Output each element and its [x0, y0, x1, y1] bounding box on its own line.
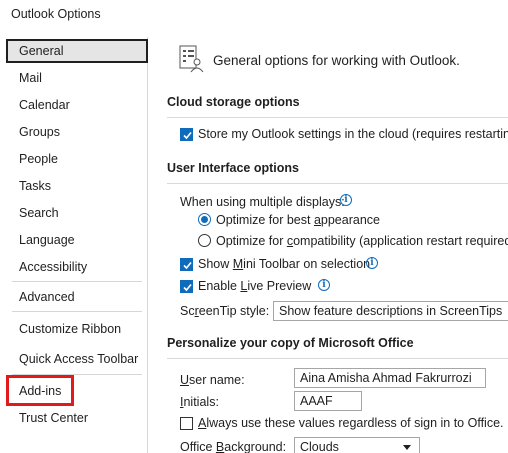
info-icon[interactable]: i [366, 257, 378, 269]
info-icon[interactable]: i [340, 194, 352, 206]
general-options-icon [179, 45, 204, 73]
store-settings-cloud-label: Store my Outlook settings in the cloud (… [198, 127, 508, 141]
initials-label: Initials: [180, 395, 219, 409]
outlook-options-window: Outlook Options General Mail Calendar Gr… [0, 0, 508, 453]
optimize-compatibility-radio[interactable] [198, 234, 211, 247]
section-divider [167, 183, 508, 184]
always-use-values-label: Always use these values regardless of si… [198, 416, 504, 430]
sidebar-item-add-ins[interactable]: Add-ins [6, 379, 148, 403]
checkmark-icon [183, 283, 192, 292]
enable-live-preview-checkbox[interactable] [180, 280, 193, 293]
multiple-displays-label: When using multiple displays: [180, 195, 345, 209]
initials-field[interactable]: AAAF [294, 391, 362, 411]
store-settings-cloud-checkbox[interactable] [180, 128, 193, 141]
sidebar-divider [12, 281, 142, 282]
personalize-section-title: Personalize your copy of Microsoft Offic… [167, 336, 414, 350]
sidebar-item-search[interactable]: Search [6, 201, 148, 225]
sidebar-item-groups[interactable]: Groups [6, 120, 148, 144]
office-background-label: Office Background: [180, 440, 287, 453]
enable-live-preview-label: Enable Live Preview [198, 279, 312, 293]
show-mini-toolbar-checkbox[interactable] [180, 258, 193, 271]
sidebar-item-calendar[interactable]: Calendar [6, 93, 148, 117]
cloud-storage-section-title: Cloud storage options [167, 95, 300, 109]
info-icon[interactable]: i [318, 279, 330, 291]
optimize-compatibility-label: Optimize for compatibility (application … [216, 234, 508, 248]
sidebar-item-language[interactable]: Language [6, 228, 148, 252]
window-title: Outlook Options [11, 7, 101, 21]
screentip-style-dropdown[interactable]: Show feature descriptions in ScreenTips [273, 301, 508, 321]
show-mini-toolbar-label: Show Mini Toolbar on selection [198, 257, 371, 271]
checkmark-icon [183, 261, 192, 270]
ui-options-section-title: User Interface options [167, 161, 299, 175]
always-use-values-checkbox[interactable] [180, 417, 193, 430]
panel-header-text: General options for working with Outlook… [213, 53, 460, 68]
sidebar-item-advanced[interactable]: Advanced [6, 285, 148, 309]
section-divider [167, 117, 508, 118]
checkmark-icon [183, 131, 192, 140]
section-divider [167, 358, 508, 359]
general-options-panel: General options for working with Outlook… [156, 37, 508, 453]
office-background-dropdown[interactable]: Clouds [294, 437, 420, 453]
sidebar-item-accessibility[interactable]: Accessibility [6, 255, 148, 279]
sidebar-divider [12, 374, 142, 375]
user-name-label: User name: [180, 373, 245, 387]
user-name-field[interactable]: Aina Amisha Ahmad Fakrurrozi [294, 368, 486, 388]
chevron-down-icon [403, 445, 411, 450]
sidebar-item-quick-access-toolbar[interactable]: Quick Access Toolbar [6, 347, 148, 371]
optimize-best-appearance-radio[interactable] [198, 213, 211, 226]
sidebar-item-people[interactable]: People [6, 147, 148, 171]
optimize-best-appearance-label: Optimize for best appearance [216, 213, 380, 227]
screentip-style-label: ScreenTip style: [180, 304, 270, 318]
sidebar-nav: General Mail Calendar Groups People Task… [6, 37, 148, 453]
sidebar-item-mail[interactable]: Mail [6, 66, 148, 90]
sidebar-item-tasks[interactable]: Tasks [6, 174, 148, 198]
sidebar-item-trust-center[interactable]: Trust Center [6, 406, 148, 430]
sidebar-divider [12, 311, 142, 312]
sidebar-item-customize-ribbon[interactable]: Customize Ribbon [6, 317, 148, 341]
sidebar-item-general[interactable]: General [6, 39, 148, 63]
